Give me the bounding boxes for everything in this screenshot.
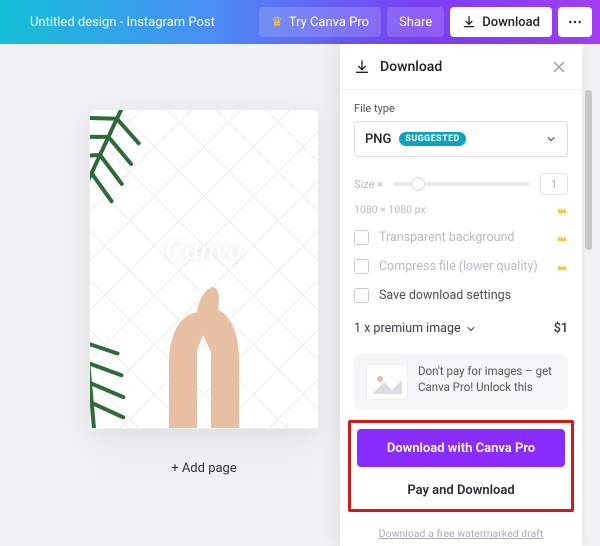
add-page-button[interactable]: + Add page [90,452,318,484]
hands-graphic [139,268,269,428]
ellipsis-icon [567,14,583,30]
download-label: Download [482,15,540,30]
try-canva-pro-button[interactable]: ♛ Try Canva Pro [259,7,381,37]
preview-thumbnail [366,364,408,400]
cta-highlight-box: Download with Canva Pro Pay and Download [348,420,574,512]
compress-file-option[interactable]: Compress file (lower quality) [354,259,568,274]
try-canva-pro-label: Try Canva Pro [289,15,369,30]
watermark-footer: Download a free watermarked draft [340,522,582,541]
panel-scrollbar[interactable] [585,90,592,536]
chevron-down-icon [465,323,477,335]
download-panel: Download File type PNG SUGGESTED Size × … [340,44,594,546]
premium-price: $1 [554,321,568,336]
file-type-value: PNG [365,132,391,147]
download-button[interactable]: Download [450,7,552,37]
close-icon[interactable] [550,58,568,76]
crown-icon [556,204,568,216]
design-title[interactable]: Untitled design - Instagram Post [8,15,253,30]
file-type-label: File type [354,102,568,115]
download-icon [354,59,370,75]
more-options-button[interactable] [558,7,592,37]
crown-icon: ♛ [271,15,283,30]
size-value-box[interactable]: 1 [540,173,568,195]
checkbox[interactable] [354,230,369,245]
chevron-down-icon [545,133,557,145]
save-settings-label: Save download settings [379,288,511,303]
checkbox[interactable] [354,259,369,274]
size-slider[interactable] [393,177,530,191]
download-with-canva-pro-button[interactable]: Download with Canva Pro [357,429,565,467]
compress-file-label: Compress file (lower quality) [379,259,538,274]
size-label: Size × [354,178,383,191]
canva-watermark-script: Canva [165,233,243,267]
premium-summary[interactable]: 1 x premium image $1 [354,321,568,336]
suggested-badge: SUGGESTED [399,132,465,146]
save-settings-option[interactable]: Save download settings [354,288,568,303]
editor-stage: Canva + Add page Download File type PNG … [0,44,600,502]
pay-and-download-button[interactable]: Pay and Download [357,477,565,503]
share-label: Share [399,15,432,30]
slider-knob[interactable] [411,177,425,191]
panel-header: Download [340,44,582,90]
top-header: Untitled design - Instagram Post ♛ Try C… [0,0,600,44]
checkbox[interactable] [354,288,369,303]
share-button[interactable]: Share [387,7,444,37]
thumbnail-graphic [372,370,402,394]
download-icon [462,15,476,29]
pro-upsell-card: Don't pay for images – get Canva Pro! Un… [354,354,568,410]
watermarked-draft-link[interactable]: Download a free watermarked draft [379,527,544,540]
transparent-bg-option[interactable]: Transparent background [354,230,568,245]
pro-upsell-text: Don't pay for images – get Canva Pro! Un… [418,364,556,400]
transparent-bg-label: Transparent background [379,230,515,245]
crown-icon [556,261,568,273]
file-type-select[interactable]: PNG SUGGESTED [354,121,568,157]
panel-title: Download [380,59,540,75]
design-canvas[interactable]: Canva [90,110,318,428]
size-row: Size × 1 [354,173,568,195]
scrollbar-thumb[interactable] [585,90,592,250]
output-dimensions: 1080 × 1080 px [354,203,426,216]
page-column: Canva + Add page [90,110,320,544]
crown-icon [556,232,568,244]
premium-count: 1 x premium image [354,321,461,336]
